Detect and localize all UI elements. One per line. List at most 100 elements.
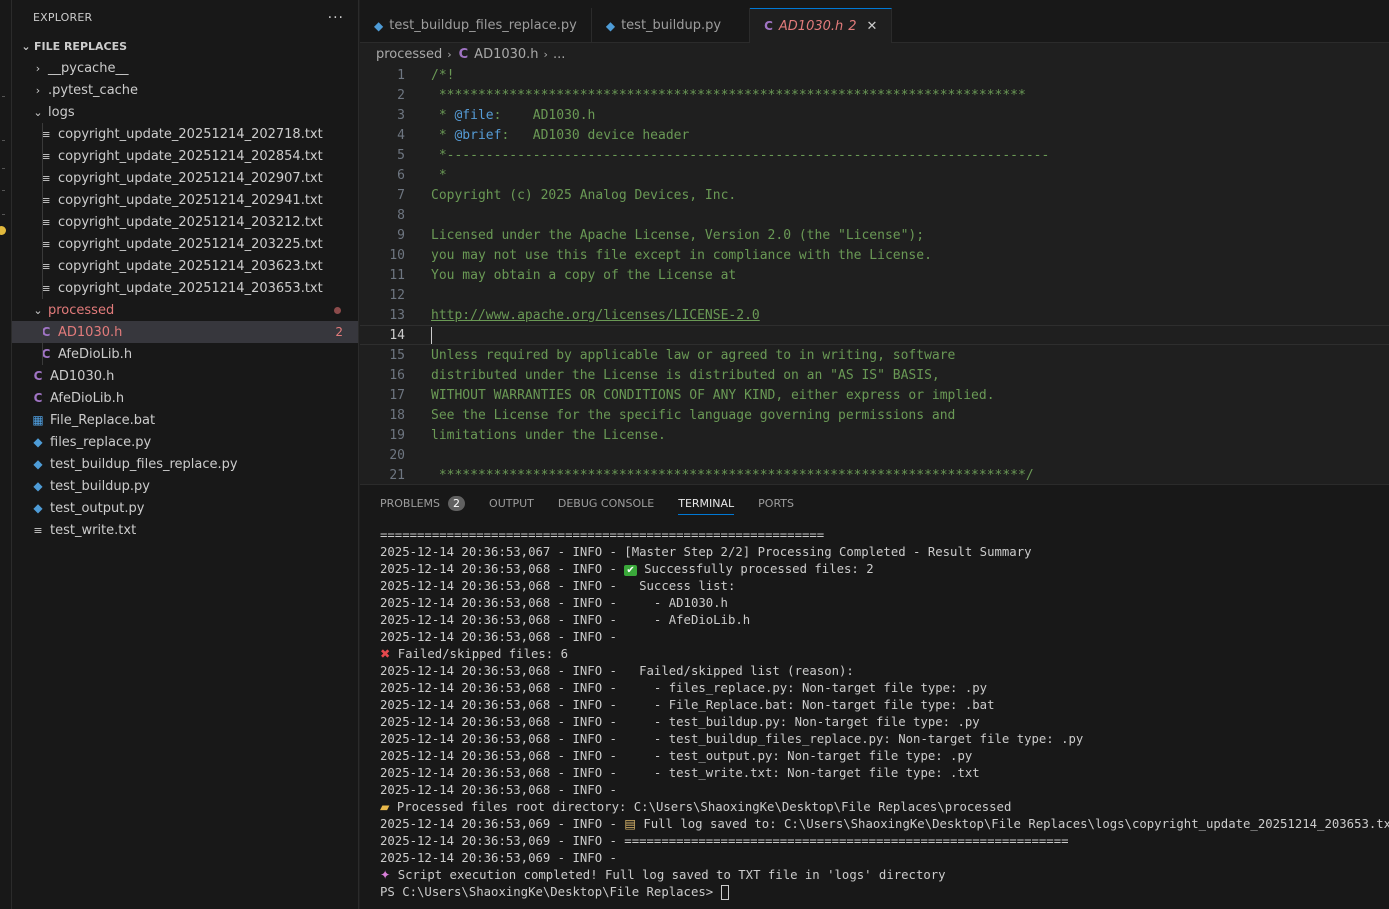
code-text: Licensed under the Apache License, Versi… [431,228,924,243]
code-text: You may obtain a copy of the License at [431,268,736,283]
panel-tab-label: PROBLEMS [380,496,441,510]
folder-item[interactable]: › __pycache__ [12,57,358,79]
tree-item[interactable]: ≡ copyright_update_20251214_202941.txt [12,189,358,211]
code-text: ****************************************… [431,88,1026,103]
breadcrumb-file[interactable]: AD1030.h [474,47,538,62]
tree-item[interactable]: ◆ files_replace.py [12,431,358,453]
line-number: 2 [397,87,405,103]
code-text: * @brief: AD1030 device header [431,128,689,143]
c-file-icon: C [41,325,51,339]
panel-tab-terminal[interactable]: TERMINAL [678,485,734,521]
code-line: 17 WITHOUT WARRANTIES OR CONDITIONS OF AN… [360,385,1389,405]
code-line: 10 you may not use this file except in co… [360,245,1389,265]
problem-count-badge: 2 [448,495,466,511]
chevron-down-icon: ⌄ [33,105,43,119]
python-icon: ◆ [374,18,384,33]
c-file-icon: C [764,19,773,33]
tree-item-label: __pycache__ [48,60,129,76]
terminal-text: 2025-12-14 20:36:53,069 - INFO - [380,851,625,865]
tree-item[interactable]: C AD1030.h [12,365,358,387]
terminal-output[interactable]: ========================================… [380,527,1389,901]
tree-item[interactable]: C AD1030.h 2 [12,321,358,343]
tree-item[interactable]: ≡ copyright_update_20251214_203623.txt [12,255,358,277]
explorer-sidebar: EXPLORER ··· ⌄ FILE REPLACES › __pycache_… [12,0,359,909]
tree-item-label: AD1030.h [50,368,115,384]
tab-ad1030-h[interactable]: C AD1030.h 2 ✕ [750,8,893,43]
panel-tab-label: PORTS [758,496,794,510]
line-number: 14 [389,327,405,343]
panel-tab-problems[interactable]: PROBLEMS 2 [380,485,466,521]
folder-item[interactable]: ⌄ logs [12,101,358,123]
terminal-text: 2025-12-14 20:36:53,068 - INFO - - test_… [380,715,980,729]
chevron-right-icon: › [35,83,41,97]
folder-item[interactable]: › .pytest_cache [12,79,358,101]
party-popper-icon: ✦ [380,868,391,882]
check-mark-icon: ✔ [624,565,637,576]
panel-tab-debug-console[interactable]: DEBUG CONSOLE [558,485,654,521]
tree-item[interactable]: ≡ copyright_update_20251214_203653.txt [12,277,358,299]
tree-item[interactable]: ≡ copyright_update_20251214_202854.txt [12,145,358,167]
license-link[interactable]: http://www.apache.org/licenses/LICENSE-2… [431,308,760,323]
workspace-section[interactable]: ⌄ FILE REPLACES [12,35,358,57]
tree-item[interactable]: ≡ copyright_update_20251214_203225.txt [12,233,358,255]
tree-item-label: test_buildup.py [50,478,151,494]
scroll-icon: ▤ [624,817,636,831]
panel-tab-output[interactable]: OUTPUT [489,485,534,521]
tree-item[interactable]: C AfeDioLib.h [12,343,358,365]
tree-item-label: logs [48,104,75,120]
more-actions-icon[interactable]: ··· [328,10,344,26]
tree-item-label: copyright_update_20251214_203225.txt [58,236,323,252]
code-text: limitations under the License. [431,428,666,443]
terminal-text: 2025-12-14 20:36:53,068 - INFO - - AD103… [380,596,728,610]
text-file-icon: ≡ [41,237,51,251]
line-number: 16 [389,367,405,383]
code-text: http://www.apache.org/licenses/LICENSE-2… [431,308,760,323]
tree-item-label: files_replace.py [50,434,152,450]
tree-item[interactable]: ◆ test_buildup.py [12,475,358,497]
notification-badge[interactable] [0,226,6,235]
tree-item[interactable]: ≡ copyright_update_20251214_202718.txt [12,123,358,145]
tab-test-buildup-files-replace[interactable]: ◆ test_buildup_files_replace.py [360,8,592,43]
terminal-text: 2025-12-14 20:36:53,068 - INFO - [380,630,625,644]
tree-item[interactable]: ≡ test_write.txt [12,519,358,541]
tree-item[interactable]: ≡ copyright_update_20251214_203212.txt [12,211,358,233]
code-view[interactable]: 1/*! 2 **********************************… [360,65,1389,484]
editor-area: ◆ test_buildup_files_replace.py ◆ test_b… [360,0,1389,484]
code-text-content: limitations under the License. [431,427,666,443]
tab-test-buildup[interactable]: ◆ test_buildup.py [592,8,751,43]
tree-item[interactable]: ▦ File_Replace.bat [12,409,358,431]
folder-item[interactable]: ⌄ processed [12,299,358,321]
terminal-line: 2025-12-14 20:36:53,068 - INFO - - test_… [380,731,1389,748]
text-file-icon: ≡ [41,193,51,207]
code-text: /*! [431,68,454,83]
terminal-cursor[interactable] [720,885,729,900]
code-text-content: /*! [431,67,455,83]
text-file-icon: ≡ [41,171,51,185]
terminal-text: Full log saved to: C:\Users\ShaoxingKe\D… [635,817,1389,831]
tree-item[interactable]: ≡ copyright_update_20251214_202907.txt [12,167,358,189]
code-text: ****************************************… [431,468,1034,483]
line-number: 18 [389,407,405,423]
terminal-line: ========================================… [380,527,1389,544]
code-line: 21 *************************************… [360,465,1389,484]
line-number: 9 [397,227,405,243]
line-number: 15 [389,347,405,363]
code-line: 6 * [360,165,1389,185]
close-icon[interactable]: ✕ [867,19,878,34]
code-line: 18 See the License for the specific langu… [360,405,1389,425]
tree-item[interactable]: ◆ test_output.py [12,497,358,519]
text-file-icon: ≡ [41,127,51,141]
breadcrumb-folder[interactable]: processed [376,47,442,62]
breadcrumb-symbols[interactable]: ... [553,47,565,62]
code-line: 1 /*! [360,65,1389,85]
terminal-line: ✖ Failed/skipped files: 6 [380,646,1389,663]
code-line: 5 *-------------------------------------… [360,145,1389,165]
panel-tab-ports[interactable]: PORTS [758,485,794,521]
tree-item[interactable]: C AfeDioLib.h [12,387,358,409]
code-text: * @file: AD1030.h [431,108,596,123]
code-text-content: ****************************************… [431,467,1034,483]
tree-item[interactable]: ◆ test_buildup_files_replace.py [12,453,358,475]
file-tree: › __pycache__ › .pytest_cache ⌄ logs ≡ copyrigh… [12,57,358,541]
workspace-section-label: FILE REPLACES [34,39,128,53]
line-number: 19 [389,427,405,443]
